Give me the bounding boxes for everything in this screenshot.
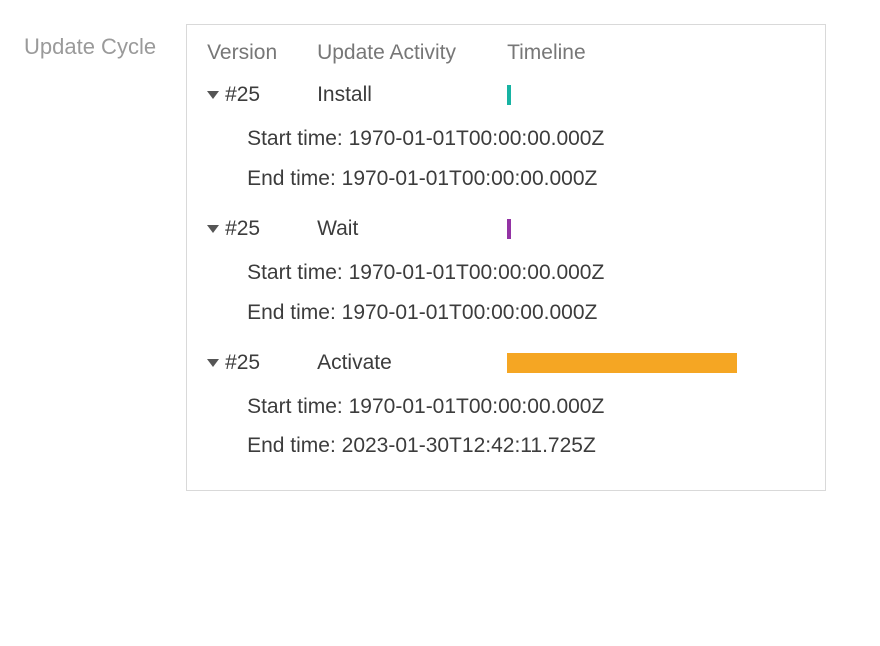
start-time-value: 1970-01-01T00:00:00.000Z xyxy=(349,395,605,418)
activity-label: Install xyxy=(317,83,507,107)
table-row: #25 Install Start time: 1970-01-01T00:00… xyxy=(207,83,805,203)
activity-label: Activate xyxy=(317,351,507,375)
start-time-label: Start time: xyxy=(247,261,343,284)
end-time-label: End time: xyxy=(247,434,336,457)
expand-row-toggle[interactable]: #25 Activate xyxy=(207,351,805,375)
column-header-timeline: Timeline xyxy=(507,41,805,65)
start-time-label: Start time: xyxy=(247,127,343,150)
chevron-down-icon xyxy=(207,225,219,233)
table-row: #25 Wait Start time: 1970-01-01T00:00:00… xyxy=(207,217,805,337)
table-header: Version Update Activity Timeline xyxy=(207,41,805,65)
timeline-bar xyxy=(507,353,737,373)
end-time-value: 2023-01-30T12:42:11.725Z xyxy=(342,434,596,457)
table-row: #25 Activate Start time: 1970-01-01T00:0… xyxy=(207,351,805,471)
end-time-value: 1970-01-01T00:00:00.000Z xyxy=(342,301,598,324)
timeline-bar xyxy=(507,219,511,239)
end-time-label: End time: xyxy=(247,301,336,324)
expand-row-toggle[interactable]: #25 Wait xyxy=(207,217,805,241)
timeline-bar xyxy=(507,85,511,105)
row-detail: Start time: 1970-01-01T00:00:00.000Z End… xyxy=(207,375,805,471)
start-time-value: 1970-01-01T00:00:00.000Z xyxy=(349,261,605,284)
activity-label: Wait xyxy=(317,217,507,241)
update-cycle-panel: Version Update Activity Timeline #25 Ins… xyxy=(186,24,826,491)
column-header-activity: Update Activity xyxy=(317,41,507,65)
start-time-value: 1970-01-01T00:00:00.000Z xyxy=(349,127,605,150)
end-time-value: 1970-01-01T00:00:00.000Z xyxy=(342,167,598,190)
row-detail: Start time: 1970-01-01T00:00:00.000Z End… xyxy=(207,241,805,337)
expand-row-toggle[interactable]: #25 Install xyxy=(207,83,805,107)
version-label: #25 xyxy=(225,83,260,107)
section-title: Update Cycle xyxy=(24,24,156,60)
version-label: #25 xyxy=(225,351,260,375)
version-label: #25 xyxy=(225,217,260,241)
start-time-label: Start time: xyxy=(247,395,343,418)
chevron-down-icon xyxy=(207,359,219,367)
chevron-down-icon xyxy=(207,91,219,99)
column-header-version: Version xyxy=(207,41,317,65)
row-detail: Start time: 1970-01-01T00:00:00.000Z End… xyxy=(207,107,805,203)
end-time-label: End time: xyxy=(247,167,336,190)
